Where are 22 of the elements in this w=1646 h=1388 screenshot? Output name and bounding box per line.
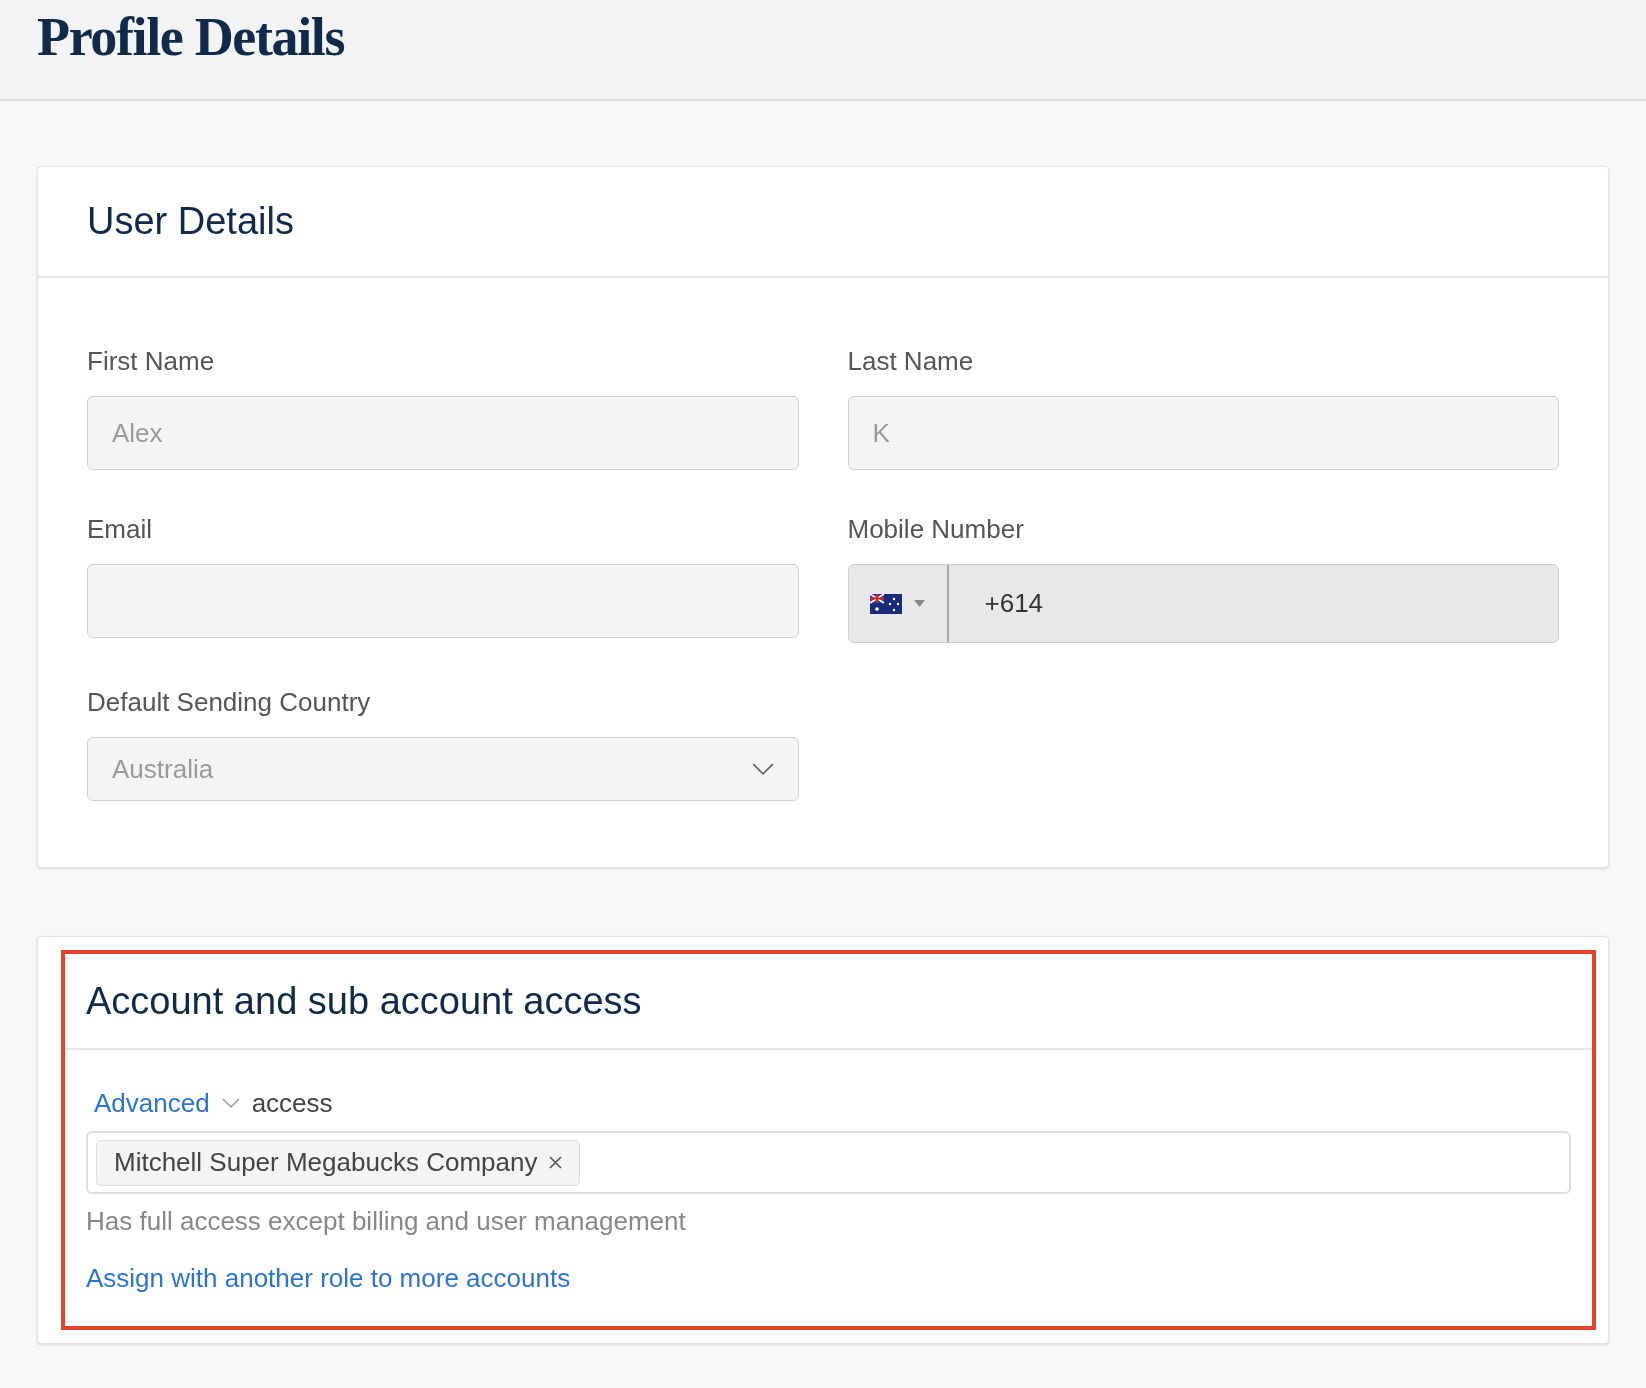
- field-label: Email: [87, 516, 153, 542]
- card-title: Account and sub account access: [86, 978, 642, 1024]
- phone-field[interactable]: +614: [847, 564, 1559, 643]
- accounts-field[interactable]: Mitchell Super Megabucks Company: [86, 1131, 1571, 1194]
- field-label: Default Sending Country: [87, 689, 372, 715]
- field-label: Last Name: [847, 348, 975, 374]
- role-dropdown[interactable]: Advanced: [94, 1084, 240, 1123]
- role-description: Has full access except billing and user management: [86, 1205, 687, 1238]
- tag-label: Mitchell Super Megabucks Company: [114, 1146, 538, 1179]
- field-label: Mobile Number: [847, 516, 1025, 542]
- card-title: User Details: [87, 199, 294, 244]
- field-label: First Name: [87, 348, 216, 374]
- access-label: access: [251, 1087, 333, 1120]
- close-icon[interactable]: [549, 1156, 563, 1169]
- phone-value: +614: [983, 587, 1044, 620]
- assign-role-link[interactable]: Assign with another role to more accounts: [86, 1259, 571, 1298]
- flag-icon: [870, 593, 902, 614]
- text-field[interactable]: [87, 564, 799, 638]
- chevron-down-icon: [751, 762, 774, 776]
- page-title: Profile Details: [37, 6, 345, 64]
- chevron-down-icon: [221, 1098, 240, 1109]
- caret-icon: [914, 600, 925, 607]
